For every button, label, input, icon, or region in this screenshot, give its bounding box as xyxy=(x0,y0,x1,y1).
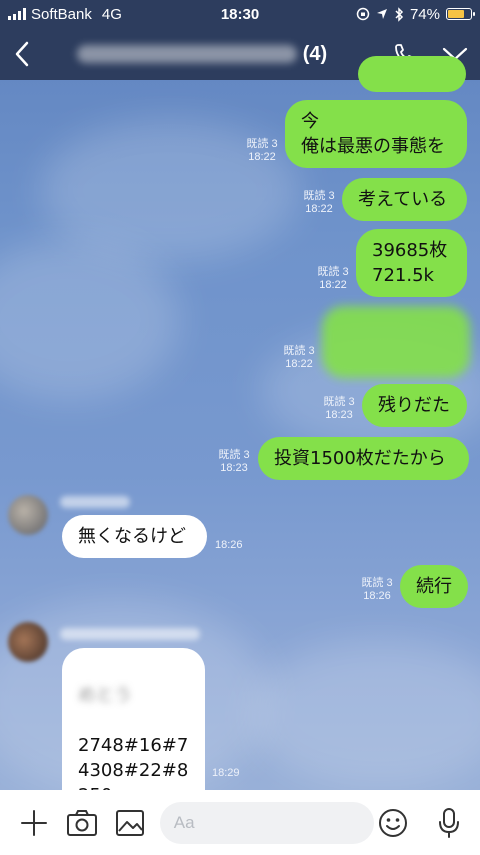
redacted-group-name xyxy=(76,45,297,63)
battery-percent: 74% xyxy=(409,5,440,23)
message-bubble[interactable]: 考えている xyxy=(342,178,467,221)
camera-button[interactable] xyxy=(58,798,106,848)
emoji-button[interactable] xyxy=(372,801,414,845)
image-icon xyxy=(115,809,144,836)
chat-title[interactable]: (4) xyxy=(44,43,380,66)
microphone-icon xyxy=(438,807,459,838)
gallery-button[interactable] xyxy=(106,798,154,848)
rotation-lock-icon xyxy=(356,7,370,21)
plus-icon xyxy=(20,809,47,836)
carrier-label: SoftBank xyxy=(31,5,92,23)
status-bar: SoftBank 4G 18:30 74% xyxy=(0,0,480,28)
message-input-bar: Aa xyxy=(0,790,480,855)
camera-icon xyxy=(66,809,97,836)
message-bubble-redacted[interactable] xyxy=(322,306,470,378)
message-meta: 既読 3 18:22 xyxy=(246,138,278,163)
back-icon xyxy=(15,41,29,67)
sender-name-redacted xyxy=(60,496,130,508)
voice-button[interactable] xyxy=(428,801,470,845)
message-bubble[interactable]: 投資1500枚だたから xyxy=(258,437,469,480)
message-meta: 既読 3 18:22 xyxy=(317,266,349,291)
message-bubble[interactable]: 続行 xyxy=(400,565,468,608)
message-time: 18:26 xyxy=(215,539,243,551)
message-bubble[interactable]: 残りだた xyxy=(362,384,467,427)
avatar[interactable] xyxy=(8,495,48,535)
avatar[interactable] xyxy=(8,622,48,662)
network-label: 4G xyxy=(101,5,122,23)
message-bubble[interactable]: 今 俺は最悪の事態を xyxy=(285,100,467,168)
input-placeholder: Aa xyxy=(173,812,195,832)
message-meta: 既読 3 18:22 xyxy=(283,345,315,370)
add-button[interactable] xyxy=(10,798,58,848)
message-input[interactable]: Aa xyxy=(159,801,374,844)
signal-icon xyxy=(8,8,26,20)
message-bubble-partial xyxy=(358,56,466,92)
redacted-line: めとう xyxy=(78,685,132,706)
message-meta: 既読 3 18:26 xyxy=(361,577,393,602)
message-bubble[interactable]: 無くなるけど xyxy=(62,515,207,558)
emoji-icon xyxy=(378,808,407,837)
message-meta: 既読 3 18:23 xyxy=(323,396,355,421)
message-meta: 既読 3 18:23 xyxy=(218,449,250,474)
message-bubble[interactable]: 39685枚 721.5k xyxy=(356,229,467,297)
location-icon xyxy=(376,9,387,19)
battery-icon xyxy=(446,8,475,20)
sender-name-redacted xyxy=(60,628,200,640)
member-count: (4) xyxy=(302,42,328,65)
back-button[interactable] xyxy=(0,28,44,80)
bluetooth-icon xyxy=(395,6,404,22)
message-meta: 既読 3 18:22 xyxy=(303,190,335,215)
message-time: 18:29 xyxy=(212,767,240,779)
